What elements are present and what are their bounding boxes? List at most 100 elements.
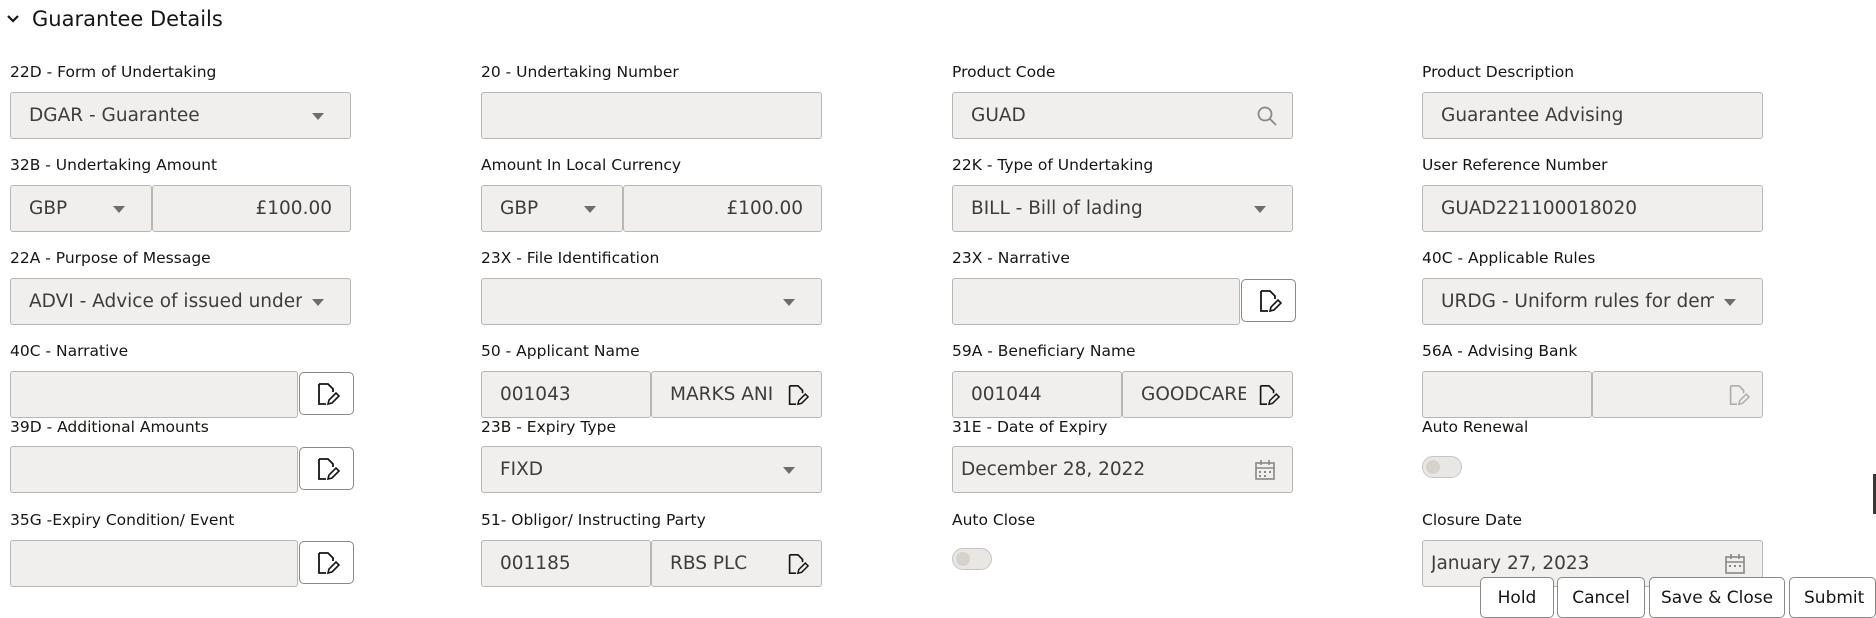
applicable-rules-label: 40C - Applicable Rules [1422,249,1596,267]
chevron-down-icon[interactable] [6,12,20,26]
hold-button[interactable]: Hold [1480,577,1554,618]
chevron-down-icon [312,299,324,306]
obligor-label: 51- Obligor/ Instructing Party [481,511,706,529]
edit-document-icon[interactable] [1726,383,1750,407]
obligor-id-input[interactable]: 001185 [481,540,651,587]
undertaking-amount-value: £100.00 [255,198,332,219]
advising-bank-label: 56A - Advising Bank [1422,342,1578,360]
section-title: Guarantee Details [32,7,223,31]
applicant-id-input[interactable]: 001043 [481,371,651,418]
local-currency-value: GBP [500,198,539,219]
file-identification-label: 23X - File Identification [481,249,660,267]
auto-close-toggle[interactable] [952,548,992,570]
product-code-label: Product Code [952,63,1056,81]
auto-renewal-label: Auto Renewal [1422,418,1529,436]
narrative-23x-input[interactable] [952,278,1240,325]
chevron-down-icon [312,113,324,120]
applicant-name-input[interactable]: MARKS ANI [651,371,822,418]
edit-document-icon [317,382,340,405]
purpose-of-message-select[interactable]: ADVI - Advice of issued undert [10,278,351,325]
expiry-type-value: FIXD [500,459,544,480]
calendar-icon[interactable] [1254,459,1276,481]
expiry-type-select[interactable]: FIXD [481,446,822,493]
file-identification-select[interactable] [481,278,822,325]
closure-date-value: January 27, 2023 [1431,553,1590,574]
search-icon[interactable] [1256,105,1278,127]
chevron-down-icon [584,206,596,213]
save-close-button[interactable]: Save & Close [1649,577,1785,618]
edit-document-icon[interactable] [1256,383,1280,407]
type-of-undertaking-label: 22K - Type of Undertaking [952,156,1154,174]
beneficiary-name-label: 59A - Beneficiary Name [952,342,1136,360]
chevron-down-icon [783,467,795,474]
undertaking-number-input[interactable] [481,92,822,139]
chevron-down-icon [113,206,125,213]
edit-document-icon[interactable] [785,383,809,407]
calendar-icon[interactable] [1724,553,1746,575]
undertaking-amount-label: 32B - Undertaking Amount [10,156,218,174]
additional-amounts-input[interactable] [10,446,298,493]
purpose-of-message-label: 22A - Purpose of Message [10,249,211,267]
obligor-name-value: RBS PLC [670,553,748,574]
edit-document-icon[interactable] [785,552,809,576]
applicant-name-label: 50 - Applicant Name [481,342,640,360]
undertaking-amount-input[interactable]: £100.00 [152,185,351,232]
date-of-expiry-input[interactable]: December 28, 2022 [952,446,1293,493]
narrative-23x-edit-button[interactable] [1241,279,1296,322]
amount-local-value: £100.00 [726,198,803,219]
type-of-undertaking-select[interactable]: BILL - Bill of lading [952,185,1293,232]
auto-renewal-toggle[interactable] [1422,456,1462,478]
amount-local-label: Amount In Local Currency [481,156,682,174]
product-description-input[interactable]: Guarantee Advising [1422,92,1763,139]
product-code-input[interactable]: GUAD [952,92,1293,139]
expiry-condition-input[interactable] [10,540,298,587]
product-code-value: GUAD [971,105,1026,126]
type-of-undertaking-value: BILL - Bill of lading [971,198,1143,219]
section-header-guarantee-details[interactable]: Guarantee Details [6,4,223,34]
edit-document-icon [317,457,340,480]
submit-button[interactable]: Submit [1789,577,1876,618]
amount-local-input[interactable]: £100.00 [623,185,822,232]
user-reference-input[interactable]: GUAD221100018020 [1422,185,1763,232]
advising-bank-id-input[interactable] [1422,371,1592,418]
obligor-name-input[interactable]: RBS PLC [651,540,822,587]
chevron-down-icon [1724,299,1736,306]
product-description-label: Product Description [1422,63,1575,81]
beneficiary-name-value: GOODCARE [1141,384,1246,405]
user-reference-label: User Reference Number [1422,156,1608,174]
undertaking-currency-select[interactable]: GBP [10,185,152,232]
product-description-value: Guarantee Advising [1441,105,1624,126]
undertaking-currency-value: GBP [29,198,68,219]
form-of-undertaking-select[interactable]: DGAR - Guarantee [10,92,351,139]
date-of-expiry-label: 31E - Date of Expiry [952,418,1108,436]
narrative-40c-input[interactable] [10,371,298,418]
narrative-23x-label: 23X - Narrative [952,249,1070,267]
applicable-rules-value: URDG - Uniform rules for dema [1441,291,1714,312]
undertaking-number-label: 20 - Undertaking Number [481,63,679,81]
closure-date-label: Closure Date [1422,511,1523,529]
purpose-of-message-value: ADVI - Advice of issued undert [29,291,302,312]
beneficiary-id-input[interactable]: 001044 [952,371,1122,418]
expiry-condition-edit-button[interactable] [299,541,354,584]
edit-document-icon [317,551,340,574]
applicant-name-value: MARKS ANI [670,384,774,405]
date-of-expiry-value: December 28, 2022 [961,459,1146,480]
cancel-button[interactable]: Cancel [1557,577,1645,618]
form-of-undertaking-label: 22D - Form of Undertaking [10,63,217,81]
edit-document-icon [1259,289,1282,312]
local-currency-select[interactable]: GBP [481,185,623,232]
advising-bank-name-input[interactable] [1592,371,1763,418]
form-of-undertaking-value: DGAR - Guarantee [29,105,200,126]
chevron-down-icon [783,299,795,306]
applicable-rules-select[interactable]: URDG - Uniform rules for dema [1422,278,1763,325]
chevron-down-icon [1254,206,1266,213]
narrative-40c-edit-button[interactable] [299,372,354,415]
applicant-id-value: 001043 [500,384,571,405]
expiry-condition-label: 35G -Expiry Condition/ Event [10,511,235,529]
expiry-type-label: 23B - Expiry Type [481,418,616,436]
user-reference-value: GUAD221100018020 [1441,198,1638,219]
additional-amounts-edit-button[interactable] [299,447,354,490]
auto-close-label: Auto Close [952,511,1036,529]
beneficiary-name-input[interactable]: GOODCARE [1122,371,1293,418]
beneficiary-id-value: 001044 [971,384,1042,405]
